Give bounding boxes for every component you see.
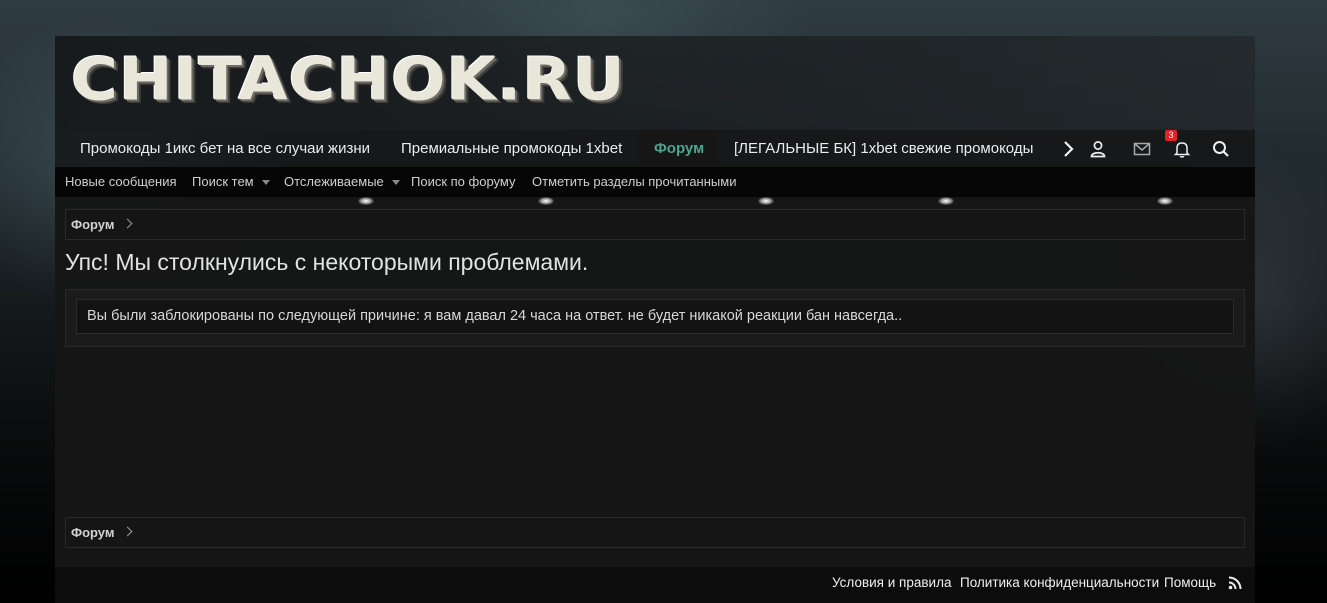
header-banner: CHITACHOK.RU (55, 36, 1255, 130)
nav-tab-promocodes-life[interactable]: Промокоды 1икс бет на все случаи жизни (80, 130, 370, 167)
subnav-search-threads-label: Поиск тем (192, 174, 254, 189)
decor-light (358, 197, 374, 205)
decorative-lights (55, 197, 1255, 209)
chevron-right-icon[interactable] (1058, 139, 1078, 159)
page-wrapper: CHITACHOK.RU Промокоды 1икс бет на все с… (55, 36, 1255, 603)
decor-light (538, 197, 554, 205)
bell-icon[interactable] (1172, 139, 1192, 159)
chevron-right-icon (122, 526, 133, 537)
nav-tab-premium-promocodes[interactable]: Премиальные промокоды 1xbet (401, 130, 622, 167)
nav-tab-forum[interactable]: Форум (639, 130, 720, 167)
subnav-search-forum[interactable]: Поиск по форуму (411, 167, 515, 197)
main-navigation: Промокоды 1икс бет на все случаи жизни П… (55, 130, 1255, 167)
breadcrumb-bottom: Форум (65, 517, 1245, 548)
chevron-right-icon (122, 218, 133, 229)
page-title: Упс! Мы столкнулись с некоторыми проблем… (65, 249, 589, 275)
rss-icon[interactable] (1228, 576, 1242, 590)
chevron-down-icon[interactable] (391, 180, 400, 186)
main-content: Форум Упс! Мы столкнулись с некоторыми п… (55, 197, 1255, 567)
subnav-watched-label: Отслеживаемые (284, 174, 384, 189)
subnav-mark-read[interactable]: Отметить разделы прочитанными (532, 167, 736, 197)
site-logo[interactable]: CHITACHOK.RU (71, 48, 626, 112)
alerts-badge: 3 (1165, 130, 1177, 141)
breadcrumb-forum-link[interactable]: Форум (71, 518, 114, 547)
subnav-watched[interactable]: Отслеживаемые (284, 167, 400, 197)
breadcrumb-top: Форум (65, 209, 1245, 240)
sub-navigation: Новые сообщения Поиск тем Отслеживаемые … (55, 167, 1255, 197)
subnav-search-threads[interactable]: Поиск тем (192, 167, 270, 197)
search-icon[interactable] (1211, 139, 1231, 159)
chevron-down-icon[interactable] (261, 180, 270, 186)
decor-light (938, 197, 954, 205)
decor-light (758, 197, 774, 205)
nav-tab-legal-bk[interactable]: [ЛЕГАЛЬНЫЕ БК] 1xbet свежие промокоды (734, 130, 1033, 167)
user-icon[interactable] (1088, 139, 1108, 159)
subnav-new-posts[interactable]: Новые сообщения (65, 167, 177, 197)
decor-light (1157, 197, 1173, 205)
footer-privacy-link[interactable]: Политика конфиденциальности (960, 575, 1159, 590)
error-block: Вы были заблокированы по следующей причи… (65, 289, 1245, 347)
envelope-icon[interactable] (1132, 139, 1152, 159)
footer: Условия и правила Политика конфиденциаль… (55, 567, 1255, 603)
error-message: Вы были заблокированы по следующей причи… (76, 299, 1234, 334)
footer-help-link[interactable]: Помощь (1164, 575, 1216, 590)
footer-terms-link[interactable]: Условия и правила (832, 575, 951, 590)
breadcrumb-forum-link[interactable]: Форум (71, 210, 114, 239)
